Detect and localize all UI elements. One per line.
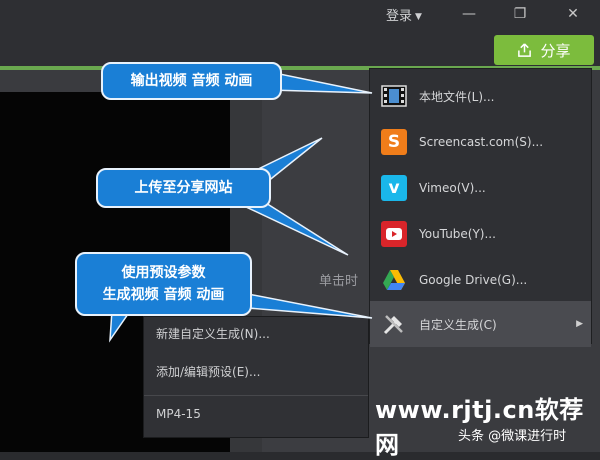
callout-upload: 上传至分享网站 (96, 168, 271, 208)
menu-item-label: Vimeo(V)... (419, 181, 486, 195)
chevron-right-icon: ▶ (576, 319, 583, 329)
menu-item-label: Google Drive(G)... (419, 273, 528, 287)
upload-icon (518, 42, 532, 57)
share-button[interactable]: 分享 (494, 35, 594, 65)
google-drive-icon (381, 267, 407, 293)
divider (144, 395, 368, 396)
callout-text-line2: 生成视频 音频 动画 (102, 287, 225, 303)
minimize-button[interactable]: — (458, 4, 480, 24)
callout-preset: 使用预设参数 生成视频 音频 动画 (75, 252, 252, 316)
menu-item-screencast[interactable]: S Screencast.com(S)... (370, 119, 591, 165)
callout-text: 输出视频 音频 动画 (130, 73, 253, 89)
footer-tag: 头条 @微课进行时 (458, 429, 567, 444)
tools-icon (381, 311, 407, 337)
menu-item-local-file[interactable]: 本地文件(L)... (370, 73, 591, 119)
canvas-hint: 单击时 (319, 274, 359, 289)
menu-item-google-drive[interactable]: Google Drive(G)... (370, 257, 591, 303)
menu-item-label: YouTube(Y)... (419, 227, 496, 241)
login-menu[interactable]: 登录 ▼ (386, 5, 422, 24)
vimeo-icon: v (381, 175, 407, 201)
menu-item-label: 本地文件(L)... (419, 89, 495, 104)
menu-item-youtube[interactable]: YouTube(Y)... (370, 211, 591, 257)
chevron-down-icon: ▼ (415, 12, 422, 22)
share-menu: 本地文件(L)... S Screencast.com(S)... v Vime… (369, 68, 592, 347)
callout-text-line1: 使用预设参数 (121, 265, 206, 281)
menu-item-label: Screencast.com(S)... (419, 135, 544, 149)
menu-item-custom-production[interactable]: 自定义生成(C) ▶ (370, 301, 591, 347)
restore-button[interactable]: ❐ (509, 4, 531, 24)
menu-item-vimeo[interactable]: v Vimeo(V)... (370, 165, 591, 211)
custom-production-submenu: 新建自定义生成(N)... 添加/编辑预设(E)... MP4-15 (143, 316, 369, 438)
film-icon (381, 83, 407, 109)
submenu-preset-mp4[interactable]: MP4-15 (156, 407, 201, 421)
login-label: 登录 (386, 9, 413, 24)
close-button[interactable]: ✕ (562, 4, 584, 24)
menu-item-label: 自定义生成(C) (419, 317, 497, 332)
submenu-new-custom[interactable]: 新建自定义生成(N)... (156, 325, 270, 342)
callout-text: 上传至分享网站 (134, 180, 233, 196)
youtube-icon (381, 221, 407, 247)
screencast-icon: S (381, 129, 407, 155)
callout-local-file: 输出视频 音频 动画 (101, 62, 282, 100)
share-button-label: 分享 (540, 41, 571, 60)
submenu-add-edit-preset[interactable]: 添加/编辑预设(E)... (156, 363, 260, 380)
